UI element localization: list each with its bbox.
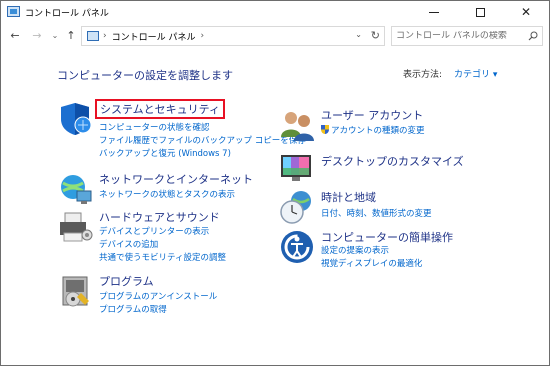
navigation-bar: ← → ⌄ ↑ › コントロール パネル › ⌄ ↻ — [1, 25, 549, 47]
uninstall-program-link[interactable]: プログラムのアンインストール — [99, 290, 217, 302]
date-time-format-link[interactable]: 日付、時刻、数値形式の変更 — [321, 207, 432, 219]
devices-printers-link[interactable]: デバイスとプリンターの表示 — [99, 225, 209, 237]
back-button[interactable]: ← — [7, 28, 23, 44]
get-programs-link[interactable]: プログラムの取得 — [99, 303, 167, 315]
check-computer-status-link[interactable]: コンピューターの状態を確認 — [99, 121, 210, 133]
category-system-security: システムとセキュリティ コンピューターの状態を確認 ファイル履歴でファイルのバッ… — [57, 99, 306, 161]
close-icon: ✕ — [520, 5, 532, 19]
search-box[interactable] — [391, 26, 543, 46]
control-panel-icon — [7, 6, 20, 17]
title-bar[interactable]: コントロール パネル ✕ — [1, 1, 549, 23]
clock-region-title[interactable]: 時計と地域 — [321, 189, 376, 205]
up-button[interactable]: ↑ — [63, 28, 79, 44]
system-security-title[interactable]: システムとセキュリティ — [95, 99, 226, 119]
search-input[interactable] — [396, 31, 528, 41]
printer-icon[interactable] — [57, 209, 93, 245]
recent-locations-button[interactable]: ⌄ — [47, 28, 63, 44]
programs-icon[interactable] — [57, 273, 93, 309]
network-globe-icon[interactable] — [57, 171, 93, 207]
backup-restore-link[interactable]: バックアップと復元 (Windows 7) — [99, 147, 231, 159]
file-history-backup-link[interactable]: ファイル履歴でファイルのバックアップ コピーを保存 — [99, 134, 306, 146]
breadcrumb-control-panel[interactable]: コントロール パネル — [112, 30, 196, 43]
uac-shield-icon — [321, 125, 329, 134]
control-panel-window: コントロール パネル ✕ ← → ⌄ ↑ › コントロール パネル › ⌄ ↻ … — [0, 0, 550, 366]
category-user-accounts: ユーザー アカウント アカウントの種類の変更 — [279, 107, 499, 141]
category-hardware-sound: ハードウェアとサウンド デバイスとプリンターの表示 デバイスの追加 共通で使うモ… — [57, 209, 277, 265]
desktop-customize-icon[interactable] — [279, 149, 315, 185]
category-personalization: デスクトップのカスタマイズ — [279, 149, 499, 181]
clock-globe-icon[interactable] — [279, 189, 315, 225]
programs-title[interactable]: プログラム — [99, 273, 154, 289]
change-account-type-link[interactable]: アカウントの種類の変更 — [321, 124, 425, 136]
page-heading: コンピューターの設定を調整します — [57, 69, 233, 82]
view-by-dropdown[interactable]: カテゴリ ▾ — [454, 67, 497, 80]
forward-button[interactable]: → — [29, 28, 45, 44]
category-network: ネットワークとインターネット ネットワークの状態とタスクの表示 — [57, 171, 277, 204]
category-clock-region: 時計と地域 日付、時刻、数値形式の変更 — [279, 189, 499, 225]
chevron-down-icon[interactable]: ⌄ — [355, 30, 362, 39]
personalization-title[interactable]: デスクトップのカスタマイズ — [321, 153, 464, 169]
maximize-icon — [475, 7, 485, 17]
control-panel-icon — [87, 31, 99, 41]
view-by-label: 表示方法: — [403, 70, 443, 80]
address-bar[interactable]: › コントロール パネル › ⌄ ↻ — [81, 26, 385, 46]
shield-icon[interactable] — [57, 101, 93, 137]
minimize-icon — [429, 11, 439, 13]
change-account-type-label[interactable]: アカウントの種類の変更 — [331, 126, 425, 136]
user-accounts-title[interactable]: ユーザー アカウント — [321, 107, 423, 123]
search-icon[interactable] — [528, 31, 538, 41]
hardware-sound-title[interactable]: ハードウェアとサウンド — [99, 209, 220, 225]
mobility-settings-link[interactable]: 共通で使うモビリティ設定の調整 — [99, 251, 226, 263]
ease-of-access-title[interactable]: コンピューターの簡単操作 — [321, 229, 453, 245]
chevron-right-icon[interactable]: › — [103, 31, 107, 41]
refresh-icon[interactable]: ↻ — [371, 29, 380, 42]
users-icon[interactable] — [279, 107, 315, 143]
add-device-link[interactable]: デバイスの追加 — [99, 238, 158, 250]
network-title[interactable]: ネットワークとインターネット — [99, 171, 253, 187]
close-button[interactable]: ✕ — [503, 1, 549, 23]
optimize-visual-display-link[interactable]: 視覚ディスプレイの最適化 — [321, 257, 422, 269]
ease-of-access-icon[interactable] — [279, 229, 315, 265]
chevron-right-icon[interactable]: › — [200, 31, 204, 41]
maximize-button[interactable] — [457, 1, 503, 23]
window-title: コントロール パネル — [25, 9, 109, 19]
minimize-button[interactable] — [411, 1, 457, 23]
suggested-settings-link[interactable]: 設定の提案の表示 — [321, 244, 389, 256]
category-ease-of-access: コンピューターの簡単操作 設定の提案の表示 視覚ディスプレイの最適化 — [279, 229, 499, 275]
category-programs: プログラム プログラムのアンインストール プログラムの取得 — [57, 273, 277, 319]
network-status-link[interactable]: ネットワークの状態とタスクの表示 — [99, 188, 235, 200]
